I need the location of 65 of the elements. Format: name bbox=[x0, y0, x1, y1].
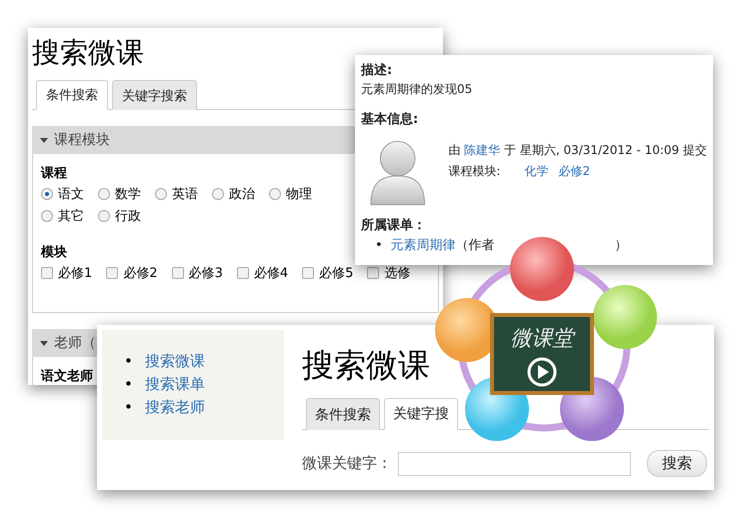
radio-button[interactable] bbox=[41, 188, 53, 200]
ball-drawing bbox=[510, 237, 574, 301]
tab[interactable]: 条件搜索 bbox=[36, 80, 108, 110]
keyword-input[interactable] bbox=[398, 452, 631, 476]
section-header[interactable]: 老师（ bbox=[32, 329, 97, 357]
option-label: 英语 bbox=[172, 186, 198, 203]
option-label: 行政 bbox=[115, 208, 141, 225]
option-label: 数学 bbox=[115, 186, 141, 203]
option-label: 必修5 bbox=[319, 265, 354, 282]
ball-drawing bbox=[593, 285, 657, 349]
description-text: 元素周期律的发现05 bbox=[361, 81, 472, 98]
field-label: 基本信息: bbox=[361, 111, 418, 128]
radio-button[interactable] bbox=[41, 210, 53, 222]
radio-button[interactable] bbox=[155, 188, 167, 200]
checkbox[interactable] bbox=[106, 267, 118, 279]
field-label: 微课关键字： bbox=[302, 454, 392, 473]
submitted-info: 由 陈建华 于 星期六, 03/31/2012 - 10:09 提交 bbox=[448, 142, 707, 159]
section-title: 课程模块 bbox=[54, 131, 110, 149]
option-label: 选修 bbox=[384, 265, 410, 282]
module-link[interactable]: 化学 bbox=[524, 163, 548, 180]
option-label: 必修4 bbox=[254, 265, 288, 282]
option-label: 必修2 bbox=[123, 265, 158, 282]
field-label: 所属课单： bbox=[361, 217, 426, 234]
section-header[interactable]: 课程模块 bbox=[32, 126, 355, 154]
page-title: 搜索微课 bbox=[302, 345, 430, 386]
bullet: • bbox=[124, 352, 133, 370]
bullet: • bbox=[124, 375, 133, 393]
radio-button[interactable] bbox=[269, 188, 281, 200]
option-label: 必修1 bbox=[58, 265, 92, 282]
group-label: 课程 bbox=[41, 165, 67, 182]
author-note: ） bbox=[614, 237, 628, 254]
option-label: 语文 bbox=[58, 186, 84, 203]
option-label: 必修3 bbox=[188, 265, 223, 282]
bullet: • bbox=[375, 238, 383, 253]
sidebar-link[interactable]: 搜索课单 bbox=[144, 375, 205, 393]
option-label: 物理 bbox=[286, 186, 312, 203]
module-link[interactable]: 必修2 bbox=[558, 163, 590, 180]
search-button[interactable]: 搜索 bbox=[647, 450, 707, 477]
sidebar-link[interactable]: 搜索微课 bbox=[144, 352, 205, 370]
checkbox[interactable] bbox=[41, 267, 53, 279]
radio-button[interactable] bbox=[212, 188, 224, 200]
field-label: 课程模块: bbox=[448, 163, 500, 180]
playlist-link[interactable]: 元素周期律 bbox=[390, 236, 456, 254]
tab[interactable]: 条件搜索 bbox=[306, 398, 380, 430]
radio-button[interactable] bbox=[98, 210, 110, 222]
bullet: • bbox=[124, 398, 133, 416]
field-label: 描述: bbox=[361, 62, 392, 79]
radio-button[interactable] bbox=[98, 188, 110, 200]
tab[interactable]: 关键字搜索 bbox=[112, 80, 197, 110]
checkbox[interactable] bbox=[236, 267, 249, 279]
sidebar-link[interactable]: 搜索老师 bbox=[144, 398, 205, 416]
checkbox[interactable] bbox=[367, 267, 380, 279]
logo-text: 微课堂 bbox=[510, 326, 574, 350]
author-note: （作者 bbox=[456, 237, 495, 254]
tab[interactable]: 关键字搜 bbox=[384, 398, 458, 430]
section-title: 老师（ bbox=[54, 334, 96, 352]
author-link[interactable]: 陈建华 bbox=[464, 143, 500, 157]
page-title: 搜索微课 bbox=[32, 35, 144, 71]
option-label: 其它 bbox=[58, 208, 84, 225]
checkbox[interactable] bbox=[172, 267, 184, 279]
checkbox[interactable] bbox=[302, 267, 314, 279]
group-label: 语文老师 bbox=[41, 368, 93, 385]
play-icon bbox=[528, 358, 556, 386]
group-label: 模块 bbox=[41, 244, 67, 261]
option-label: 政治 bbox=[229, 186, 255, 203]
